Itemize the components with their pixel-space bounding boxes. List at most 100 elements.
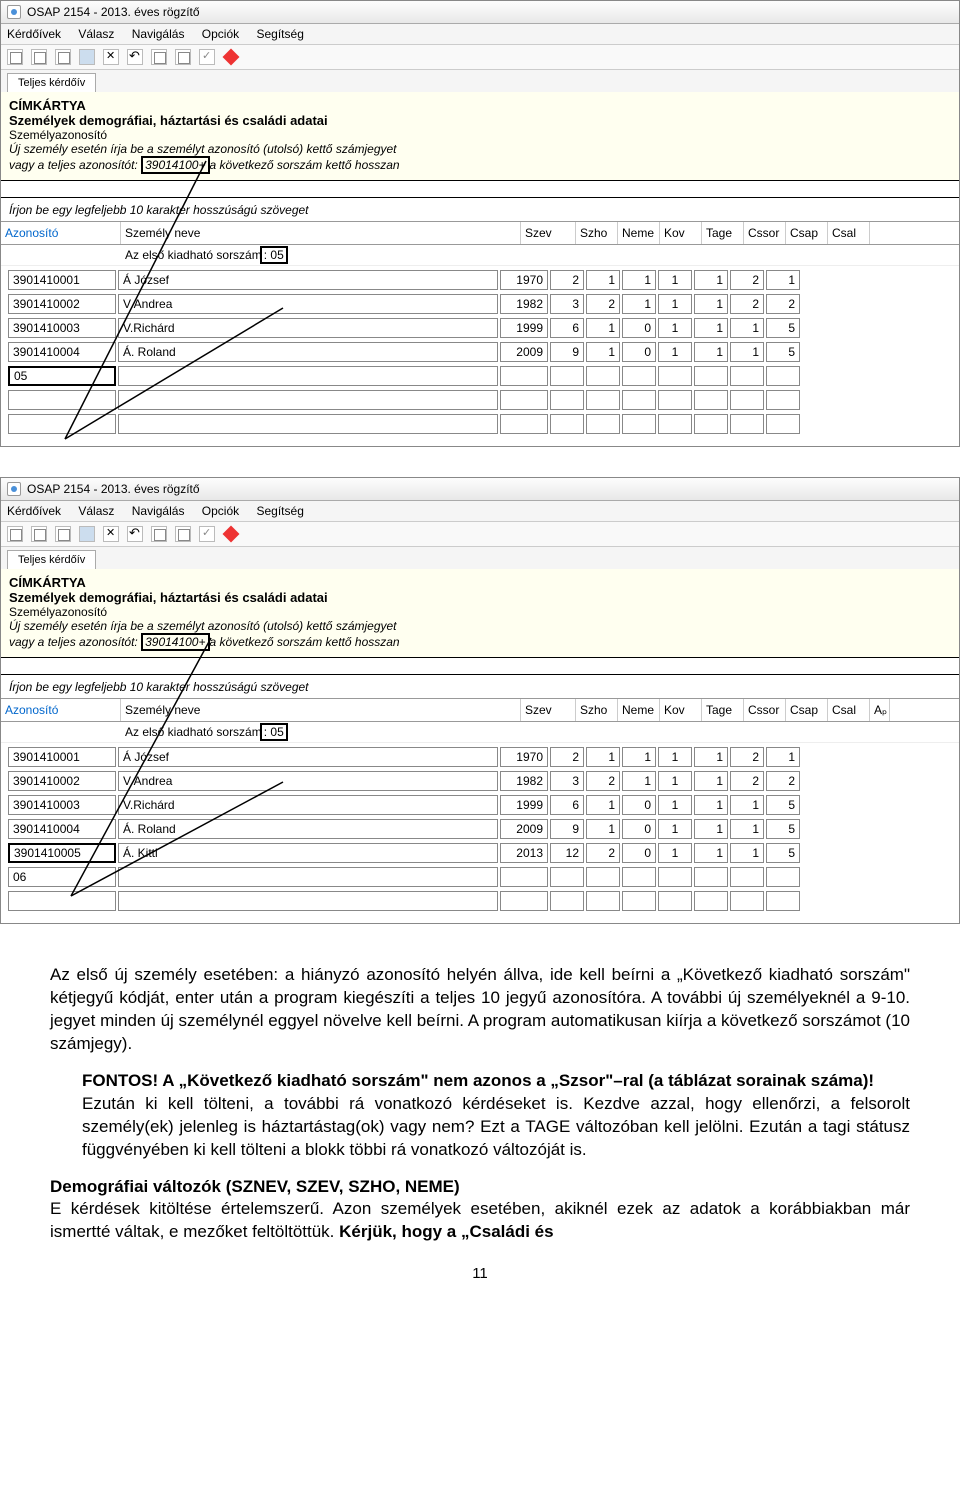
cell-kov[interactable]: 0	[622, 795, 656, 815]
cell-szho[interactable]: 3	[550, 771, 584, 791]
cell-csap[interactable]: 2	[730, 270, 764, 290]
toolbar-undo-icon[interactable]	[127, 526, 143, 542]
cell-tage[interactable]: 1	[658, 294, 692, 314]
cell-szev[interactable]: 1982	[500, 771, 548, 791]
active-azon-input[interactable]: 05	[8, 366, 116, 386]
cell-kov[interactable]: 0	[622, 843, 656, 863]
cell-szev[interactable]: 2009	[500, 342, 548, 362]
cell-neme[interactable]: 1	[586, 270, 620, 290]
menu-kerdoivek[interactable]: Kérdőívek	[7, 504, 61, 518]
cell-tage[interactable]: 1	[658, 843, 692, 863]
toolbar-new-icon[interactable]	[7, 49, 23, 65]
toolbar-doc2-icon[interactable]	[175, 49, 191, 65]
menu-valasz[interactable]: Válasz	[78, 504, 114, 518]
menu-segitseg[interactable]: Segítség	[257, 27, 304, 41]
toolbar-new-icon[interactable]	[7, 526, 23, 542]
cell-cssor[interactable]: 1	[694, 819, 728, 839]
cell-szev[interactable]	[500, 390, 548, 410]
cell-csap[interactable]: 1	[730, 342, 764, 362]
cell-azon[interactable]: 3901410002	[8, 771, 116, 791]
cell-azon[interactable]: 3901410005	[8, 843, 116, 863]
cell-szho[interactable]: 9	[550, 819, 584, 839]
cell-azon[interactable]: 3901410001	[8, 747, 116, 767]
cell-csap[interactable]: 1	[730, 843, 764, 863]
cell-szev[interactable]: 1999	[500, 795, 548, 815]
cell-cssor[interactable]: 1	[694, 294, 728, 314]
cell-azon[interactable]	[8, 414, 116, 434]
toolbar-diamond-icon[interactable]	[223, 49, 240, 66]
cell-szev[interactable]: 2013	[500, 843, 548, 863]
cell-szho[interactable]	[550, 366, 584, 386]
toolbar-doc1-icon[interactable]	[151, 526, 167, 542]
cell-csal[interactable]: 2	[766, 294, 800, 314]
cell-csal[interactable]	[766, 366, 800, 386]
cell-cssor[interactable]: 1	[694, 771, 728, 791]
toolbar-doc1-icon[interactable]	[151, 49, 167, 65]
cell-neme[interactable]: 1	[586, 819, 620, 839]
cell-kov[interactable]: 0	[622, 318, 656, 338]
toolbar-open-icon[interactable]	[31, 49, 47, 65]
cell-csal[interactable]: 5	[766, 819, 800, 839]
cell-tage[interactable]: 1	[658, 819, 692, 839]
cell-szev[interactable]: 1970	[500, 747, 548, 767]
cell-cssor[interactable]: 1	[694, 843, 728, 863]
toolbar-save-icon[interactable]	[79, 526, 95, 542]
cell-tage[interactable]: 1	[658, 318, 692, 338]
cell-neme[interactable]: 2	[586, 843, 620, 863]
cell-csal[interactable]: 2	[766, 771, 800, 791]
cell-azon[interactable]: 3901410001	[8, 270, 116, 290]
toolbar-delete-icon[interactable]	[103, 526, 119, 542]
toolbar-copy-icon[interactable]	[55, 526, 71, 542]
cell-nev[interactable]	[118, 414, 498, 434]
cell-szho[interactable]: 12	[550, 843, 584, 863]
cell-nev[interactable]: Á. Roland	[118, 819, 498, 839]
cell-tage[interactable]: 1	[658, 342, 692, 362]
cell-nev[interactable]: Á József	[118, 747, 498, 767]
toolbar-copy-icon[interactable]	[55, 49, 71, 65]
cell-nev[interactable]: Á József	[118, 270, 498, 290]
cell-neme[interactable]	[586, 366, 620, 386]
toolbar-doc2-icon[interactable]	[175, 526, 191, 542]
cell-nev[interactable]	[118, 366, 498, 386]
toolbar-open-icon[interactable]	[31, 526, 47, 542]
cell-szev[interactable]	[500, 867, 548, 887]
cell-csal[interactable]: 5	[766, 318, 800, 338]
cell-nev[interactable]: V.Richárd	[118, 318, 498, 338]
cell-azon[interactable]: 3901410002	[8, 294, 116, 314]
cell-csap[interactable]: 1	[730, 795, 764, 815]
cell-neme[interactable]: 2	[586, 771, 620, 791]
cell-nev[interactable]: V.Richárd	[118, 795, 498, 815]
cell-szev[interactable]: 1982	[500, 294, 548, 314]
cell-csap[interactable]: 2	[730, 771, 764, 791]
cell-cssor[interactable]: 1	[694, 318, 728, 338]
cell-szho[interactable]: 2	[550, 747, 584, 767]
cell-neme[interactable]: 2	[586, 294, 620, 314]
cell-neme[interactable]: 1	[586, 342, 620, 362]
cell-azon[interactable]	[8, 390, 116, 410]
menu-opciok[interactable]: Opciók	[202, 504, 239, 518]
cell-csal[interactable]: 5	[766, 843, 800, 863]
cell-tage[interactable]: 1	[658, 771, 692, 791]
toolbar-delete-icon[interactable]	[103, 49, 119, 65]
cell-kov[interactable]: 0	[622, 342, 656, 362]
menu-navigalas[interactable]: Navigálás	[132, 504, 185, 518]
cell-neme[interactable]: 1	[586, 795, 620, 815]
cell-szho[interactable]: 3	[550, 294, 584, 314]
next-azon-input[interactable]: 06	[8, 867, 116, 887]
cell-cssor[interactable]	[694, 366, 728, 386]
cell-nev[interactable]	[118, 867, 498, 887]
toolbar-check-icon[interactable]	[199, 526, 215, 542]
cell-azon[interactable]: 3901410004	[8, 342, 116, 362]
cell-kov[interactable]: 1	[622, 294, 656, 314]
cell-szev[interactable]	[500, 414, 548, 434]
cell-csap[interactable]	[730, 366, 764, 386]
toolbar-undo-icon[interactable]	[127, 49, 143, 65]
cell-azon[interactable]: 3901410003	[8, 318, 116, 338]
menu-segitseg[interactable]: Segítség	[257, 504, 304, 518]
cell-cssor[interactable]: 1	[694, 270, 728, 290]
menu-valasz[interactable]: Válasz	[78, 27, 114, 41]
cell-csal[interactable]: 5	[766, 342, 800, 362]
menu-opciok[interactable]: Opciók	[202, 27, 239, 41]
cell-szho[interactable]: 2	[550, 270, 584, 290]
cell-szho[interactable]: 6	[550, 795, 584, 815]
